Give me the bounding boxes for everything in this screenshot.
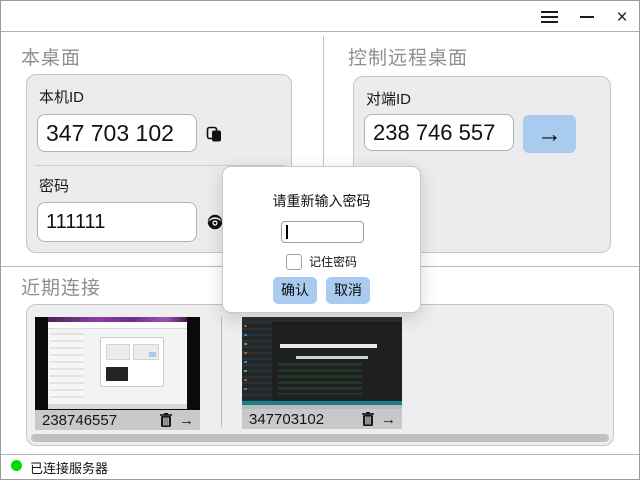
app-window: × 本桌面 本机ID 347 703 102 密码 111111 控制远程桌面	[0, 0, 640, 480]
password-dialog: 请重新输入密码 记住密码 确认 取消	[222, 166, 421, 313]
connect-recent-button[interactable]: →	[381, 412, 396, 427]
remember-password-label: 记住密码	[309, 253, 357, 270]
recent-item-347703102[interactable]: 347703102 →	[242, 317, 402, 429]
local-id-label: 本机ID	[39, 86, 84, 107]
minimize-button[interactable]	[576, 6, 598, 28]
connect-arrow-icon: →	[537, 120, 562, 149]
recent-connections-card: 238746557 →	[26, 304, 614, 446]
delete-recent-button[interactable]	[362, 412, 374, 426]
dialog-password-input[interactable]	[281, 221, 364, 243]
peer-id-label: 对端ID	[366, 88, 411, 109]
local-desktop-heading: 本桌面	[21, 43, 81, 70]
trash-icon	[362, 412, 374, 426]
title-bar: ×	[1, 1, 639, 32]
remote-desktop-heading: 控制远程桌面	[348, 43, 468, 70]
dialog-title: 请重新输入密码	[223, 191, 420, 211]
confirm-button[interactable]: 确认	[273, 277, 317, 304]
thumbnail-preview	[35, 317, 200, 410]
recent-connections-heading: 近期连接	[21, 273, 101, 300]
trash-icon	[160, 413, 172, 427]
copy-icon	[206, 126, 223, 143]
connect-button[interactable]: →	[523, 115, 576, 153]
menu-button[interactable]	[538, 6, 560, 28]
recent-item-238746557[interactable]: 238746557 →	[35, 317, 200, 430]
connection-status-icon	[11, 460, 22, 471]
recent-id-label: 238746557	[35, 412, 160, 429]
recent-id-label: 347703102	[242, 411, 362, 428]
horizontal-scrollbar[interactable]	[31, 434, 609, 442]
thumbnail-preview	[242, 317, 402, 409]
thumbnail-divider	[221, 317, 222, 427]
connect-recent-button[interactable]: →	[179, 413, 194, 428]
close-button[interactable]: ×	[611, 6, 633, 28]
password-field[interactable]: 111111	[37, 202, 197, 242]
thumbnail-bar: 347703102 →	[242, 409, 402, 429]
hamburger-icon	[541, 11, 558, 23]
cancel-button[interactable]: 取消	[326, 277, 370, 304]
thumbnail-bar: 238746557 →	[35, 410, 200, 430]
remember-password-checkbox[interactable]	[286, 254, 302, 270]
delete-recent-button[interactable]	[160, 413, 172, 427]
text-caret	[286, 225, 288, 239]
peer-id-field[interactable]: 238 746 557	[364, 114, 514, 151]
close-icon: ×	[616, 8, 627, 27]
local-id-field[interactable]: 347 703 102	[37, 114, 197, 152]
connection-status-text: 已连接服务器	[30, 458, 108, 477]
password-label: 密码	[39, 175, 69, 196]
copy-id-button[interactable]	[203, 123, 225, 145]
minimize-icon	[580, 16, 594, 18]
statusbar-divider	[1, 454, 640, 455]
